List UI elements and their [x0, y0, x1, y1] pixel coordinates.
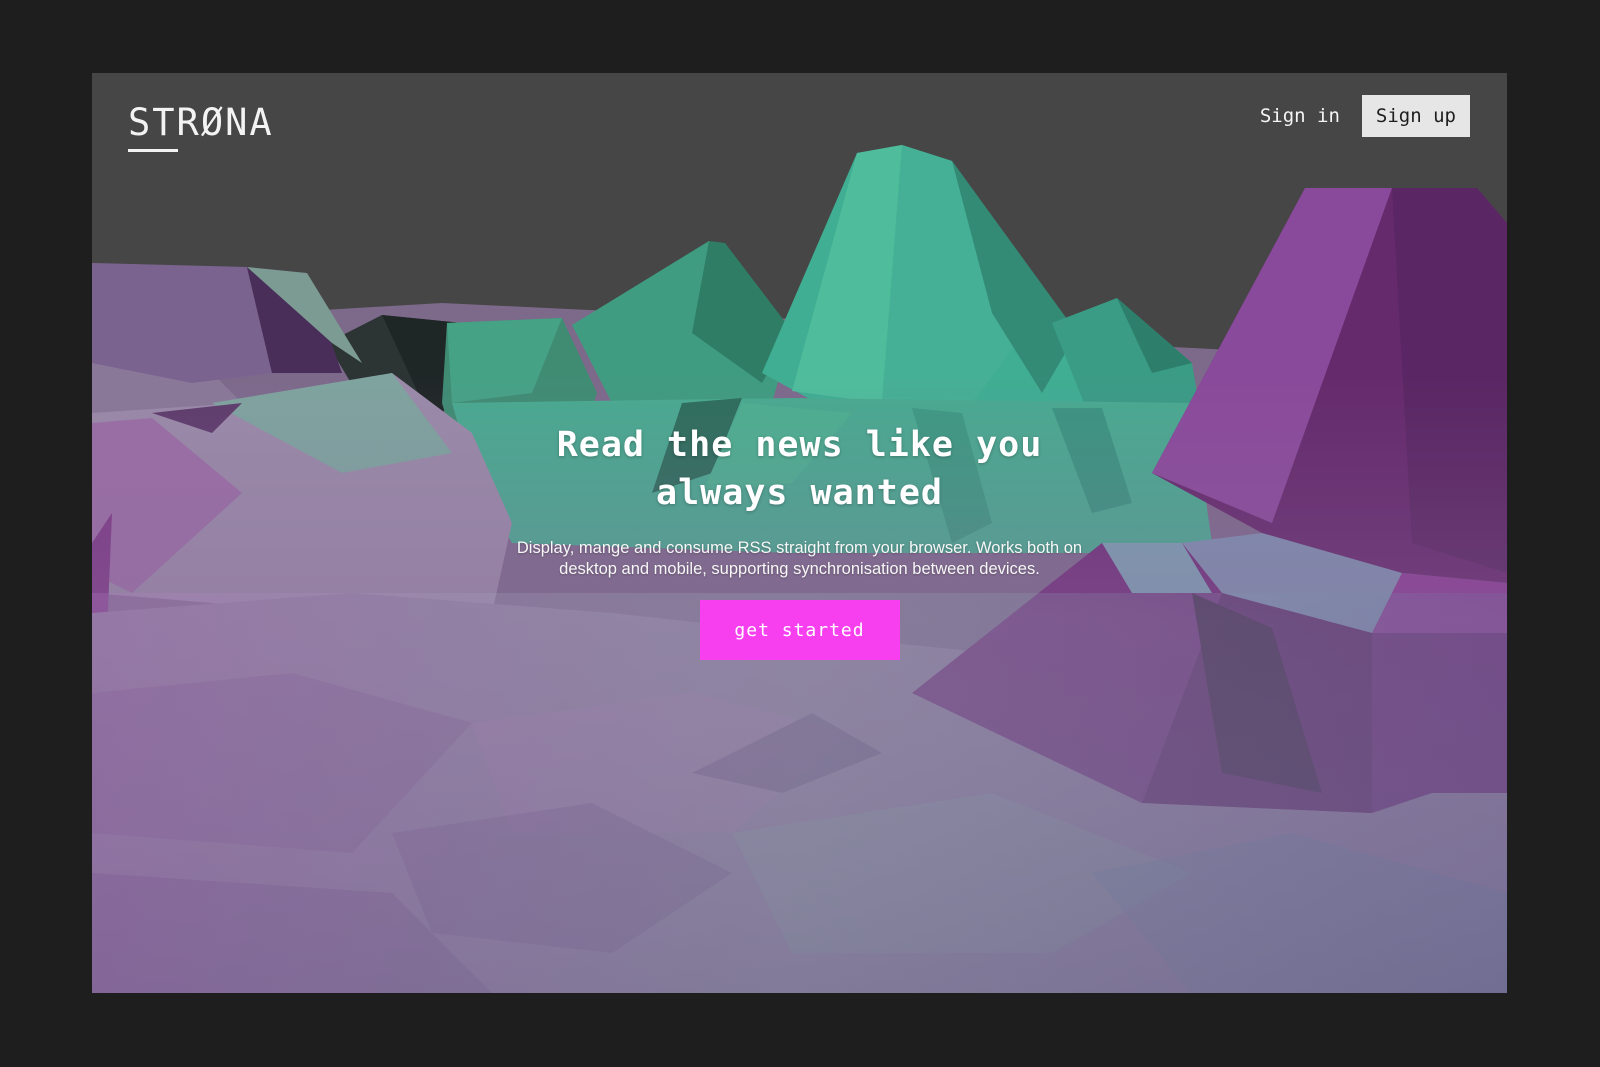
sign-up-button[interactable]: Sign up [1361, 95, 1470, 137]
hero-title: Read the news like you always wanted [556, 425, 1043, 513]
hero-description: Display, mange and consume RSS straight … [516, 539, 1083, 578]
sign-in-link[interactable]: Sign in [1260, 105, 1340, 127]
hero-section: Read the news like you always wanted Dis… [92, 421, 1507, 660]
landing-page-frame: STRØNA Sign in Sign up Read the news lik… [92, 73, 1507, 993]
brand-logo[interactable]: STRØNA [128, 99, 274, 147]
logo-underline [128, 149, 178, 152]
get-started-button[interactable]: get started [699, 600, 900, 660]
top-navigation: Sign in Sign up [1260, 95, 1470, 137]
